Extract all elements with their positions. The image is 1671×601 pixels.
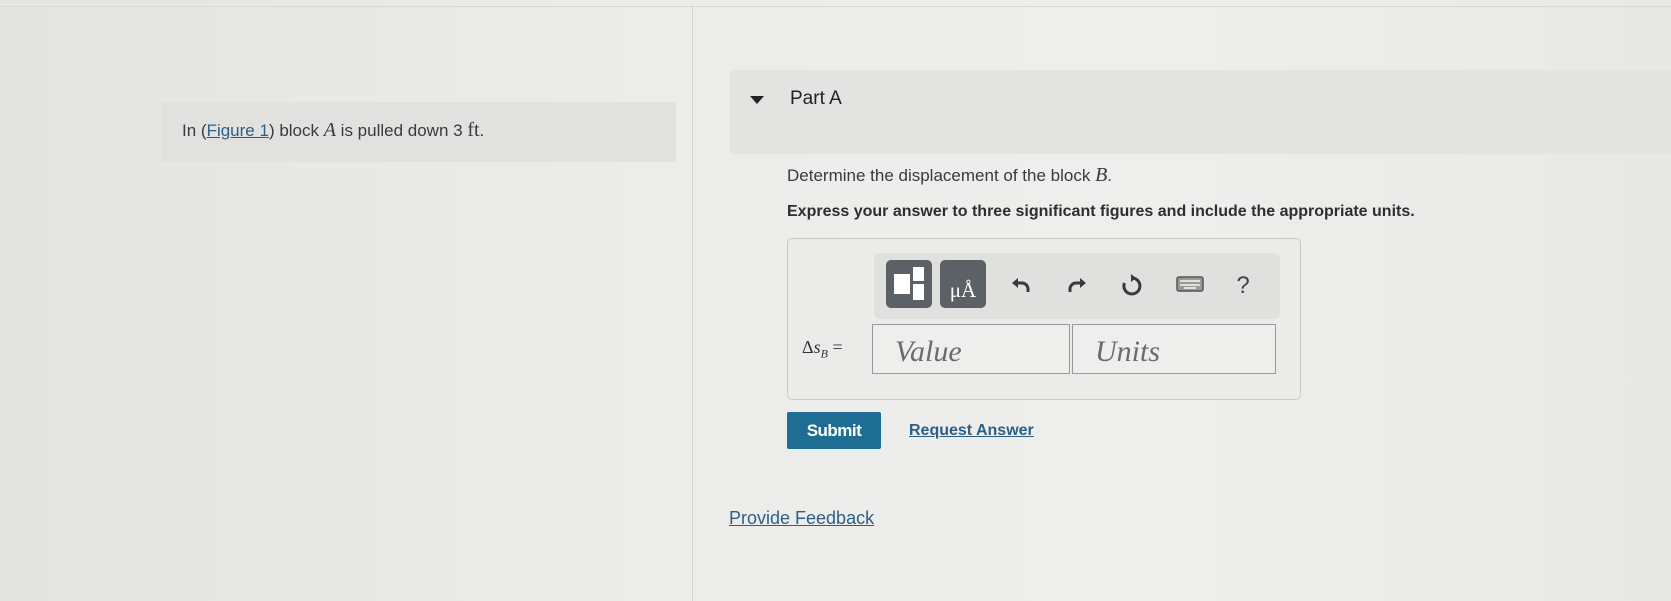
var-subscript: B xyxy=(820,346,828,361)
caret-down-icon[interactable] xyxy=(750,96,764,104)
keyboard-icon[interactable] xyxy=(1173,267,1207,305)
units-glyph: μÅ xyxy=(949,278,977,302)
problem-suffix: is pulled down 3 xyxy=(335,121,468,140)
equals-sign: = xyxy=(827,337,843,357)
redo-icon[interactable] xyxy=(1060,267,1094,305)
answer-box: μÅ ? ΔsB = xyxy=(787,238,1301,400)
problem-unit: ft xyxy=(467,119,480,141)
top-divider xyxy=(0,6,1671,7)
problem-middle: ) block xyxy=(268,121,324,140)
units-input[interactable] xyxy=(1072,324,1276,374)
reset-icon[interactable] xyxy=(1115,267,1149,305)
answer-variable-label: ΔsB = xyxy=(802,337,843,362)
problem-prefix: In ( xyxy=(182,121,207,140)
problem-statement: In (Figure 1) block A is pulled down 3 f… xyxy=(162,102,676,162)
units-icon[interactable]: μÅ xyxy=(940,260,986,308)
provide-feedback-link[interactable]: Provide Feedback xyxy=(729,508,874,529)
part-title: Part A xyxy=(790,88,842,109)
question-end: . xyxy=(1107,166,1113,185)
question-text: Determine the displacement of the block … xyxy=(787,164,1112,187)
question-body: Determine the displacement of the block xyxy=(787,166,1096,185)
column-divider xyxy=(692,6,693,601)
problem-end: . xyxy=(479,121,485,140)
templates-icon[interactable] xyxy=(886,260,932,308)
var-s: s xyxy=(813,337,821,357)
help-icon[interactable]: ? xyxy=(1226,267,1260,305)
value-input[interactable] xyxy=(872,324,1070,374)
part-a-header[interactable]: Part A xyxy=(730,70,1671,154)
delta-symbol: Δ xyxy=(802,337,814,357)
figure-link[interactable]: Figure 1 xyxy=(207,121,269,140)
instruction-text: Express your answer to three significant… xyxy=(787,203,1415,220)
block-a-var: A xyxy=(323,119,336,141)
request-answer-link[interactable]: Request Answer xyxy=(909,422,1034,440)
templates-glyph-part xyxy=(913,267,924,281)
page: In (Figure 1) block A is pulled down 3 f… xyxy=(0,0,1671,601)
templates-glyph-part xyxy=(913,284,924,300)
templates-glyph-part xyxy=(894,274,910,294)
submit-button[interactable]: Submit xyxy=(787,412,881,449)
undo-icon[interactable] xyxy=(1004,267,1038,305)
block-b-var: B xyxy=(1095,164,1108,186)
math-toolbar: μÅ ? xyxy=(874,253,1280,319)
